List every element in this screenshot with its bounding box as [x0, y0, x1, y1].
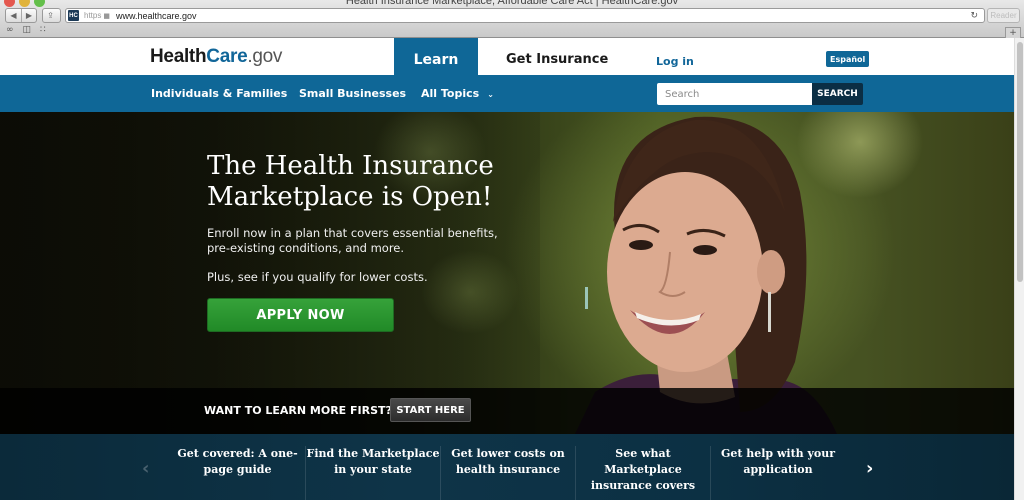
- login-link[interactable]: Log in: [656, 55, 694, 68]
- url-text[interactable]: www.healthcare.gov: [116, 11, 197, 21]
- browser-chrome: Health Insurance Marketplace, Affordable…: [0, 0, 1024, 38]
- chevron-left-icon[interactable]: ‹: [142, 458, 149, 479]
- tab-get-insurance[interactable]: Get Insurance: [506, 52, 608, 67]
- learn-more-question: WANT TO LEARN MORE FIRST?: [204, 404, 392, 417]
- reading-list-icon[interactable]: ∞: [6, 25, 14, 35]
- hero-photo-woman: [575, 116, 837, 434]
- apply-now-button[interactable]: APPLY NOW: [207, 298, 394, 332]
- favicon-icon: HC: [68, 10, 79, 21]
- learn-more-bar: WANT TO LEARN MORE FIRST? START HERE: [0, 388, 1014, 434]
- nav-small-businesses[interactable]: Small Businesses: [299, 87, 406, 100]
- address-bar[interactable]: HC https ■ www.healthcare.gov ↻: [65, 8, 985, 23]
- site-header: HealthCare.gov Learn Get Insurance Log i…: [0, 38, 1014, 75]
- hero-description: Enroll now in a plan that covers essenti…: [207, 226, 498, 255]
- bookmarks-icon[interactable]: ◫: [23, 25, 32, 35]
- reader-button[interactable]: Reader: [987, 8, 1020, 23]
- new-tab-button[interactable]: +: [1005, 27, 1021, 38]
- window-title: Health Insurance Marketplace, Affordable…: [345, 0, 679, 7]
- forward-icon[interactable]: ▶: [21, 9, 36, 22]
- hero-lower-costs-text: Plus, see if you qualify for lower costs…: [207, 270, 428, 284]
- bookmarks-bar: ∞ ◫ ∷: [6, 25, 46, 35]
- tab-learn[interactable]: Learn: [394, 38, 478, 75]
- search-button[interactable]: SEARCH: [812, 83, 863, 105]
- start-here-button[interactable]: START HERE: [390, 398, 471, 422]
- carousel-item[interactable]: Find the Marketplace in your state: [305, 446, 440, 500]
- page-content: HealthCare.gov Learn Get Insurance Log i…: [0, 38, 1014, 500]
- chevron-right-icon[interactable]: ›: [866, 458, 873, 479]
- carousel-item[interactable]: Get lower costs on health insurance: [440, 446, 575, 500]
- url-scheme: https: [84, 11, 102, 20]
- topics-carousel: ‹ Get covered: A one-page guide Find the…: [0, 434, 1014, 500]
- hero-title: The Health Insurance Marketplace is Open…: [207, 151, 494, 212]
- lock-icon: ■: [103, 11, 110, 20]
- chevron-down-icon: ⌄: [487, 90, 494, 99]
- carousel-item[interactable]: Get covered: A one-page guide: [170, 446, 305, 500]
- carousel-item[interactable]: See what Marketplace insurance covers: [575, 446, 710, 500]
- history-buttons: ◀ ▶: [5, 8, 37, 23]
- share-button[interactable]: ⇪: [42, 8, 61, 23]
- back-icon[interactable]: ◀: [6, 9, 21, 22]
- search-input[interactable]: [657, 83, 812, 105]
- nav-all-topics[interactable]: All Topics ⌄: [421, 87, 494, 100]
- main-nav: Individuals & Families Small Businesses …: [0, 75, 1014, 112]
- reload-icon[interactable]: ↻: [970, 11, 978, 21]
- share-icon: ⇪: [47, 11, 54, 20]
- top-sites-icon[interactable]: ∷: [40, 25, 46, 35]
- carousel-item[interactable]: Get help with your application: [710, 446, 845, 500]
- hero-banner: The Health Insurance Marketplace is Open…: [0, 112, 1014, 434]
- page-scrollbar[interactable]: [1014, 38, 1024, 500]
- scrollbar-thumb[interactable]: [1017, 42, 1023, 282]
- language-toggle-button[interactable]: Español: [826, 51, 870, 67]
- nav-individuals-families[interactable]: Individuals & Families: [151, 87, 287, 100]
- healthcare-logo[interactable]: HealthCare.gov: [150, 46, 282, 68]
